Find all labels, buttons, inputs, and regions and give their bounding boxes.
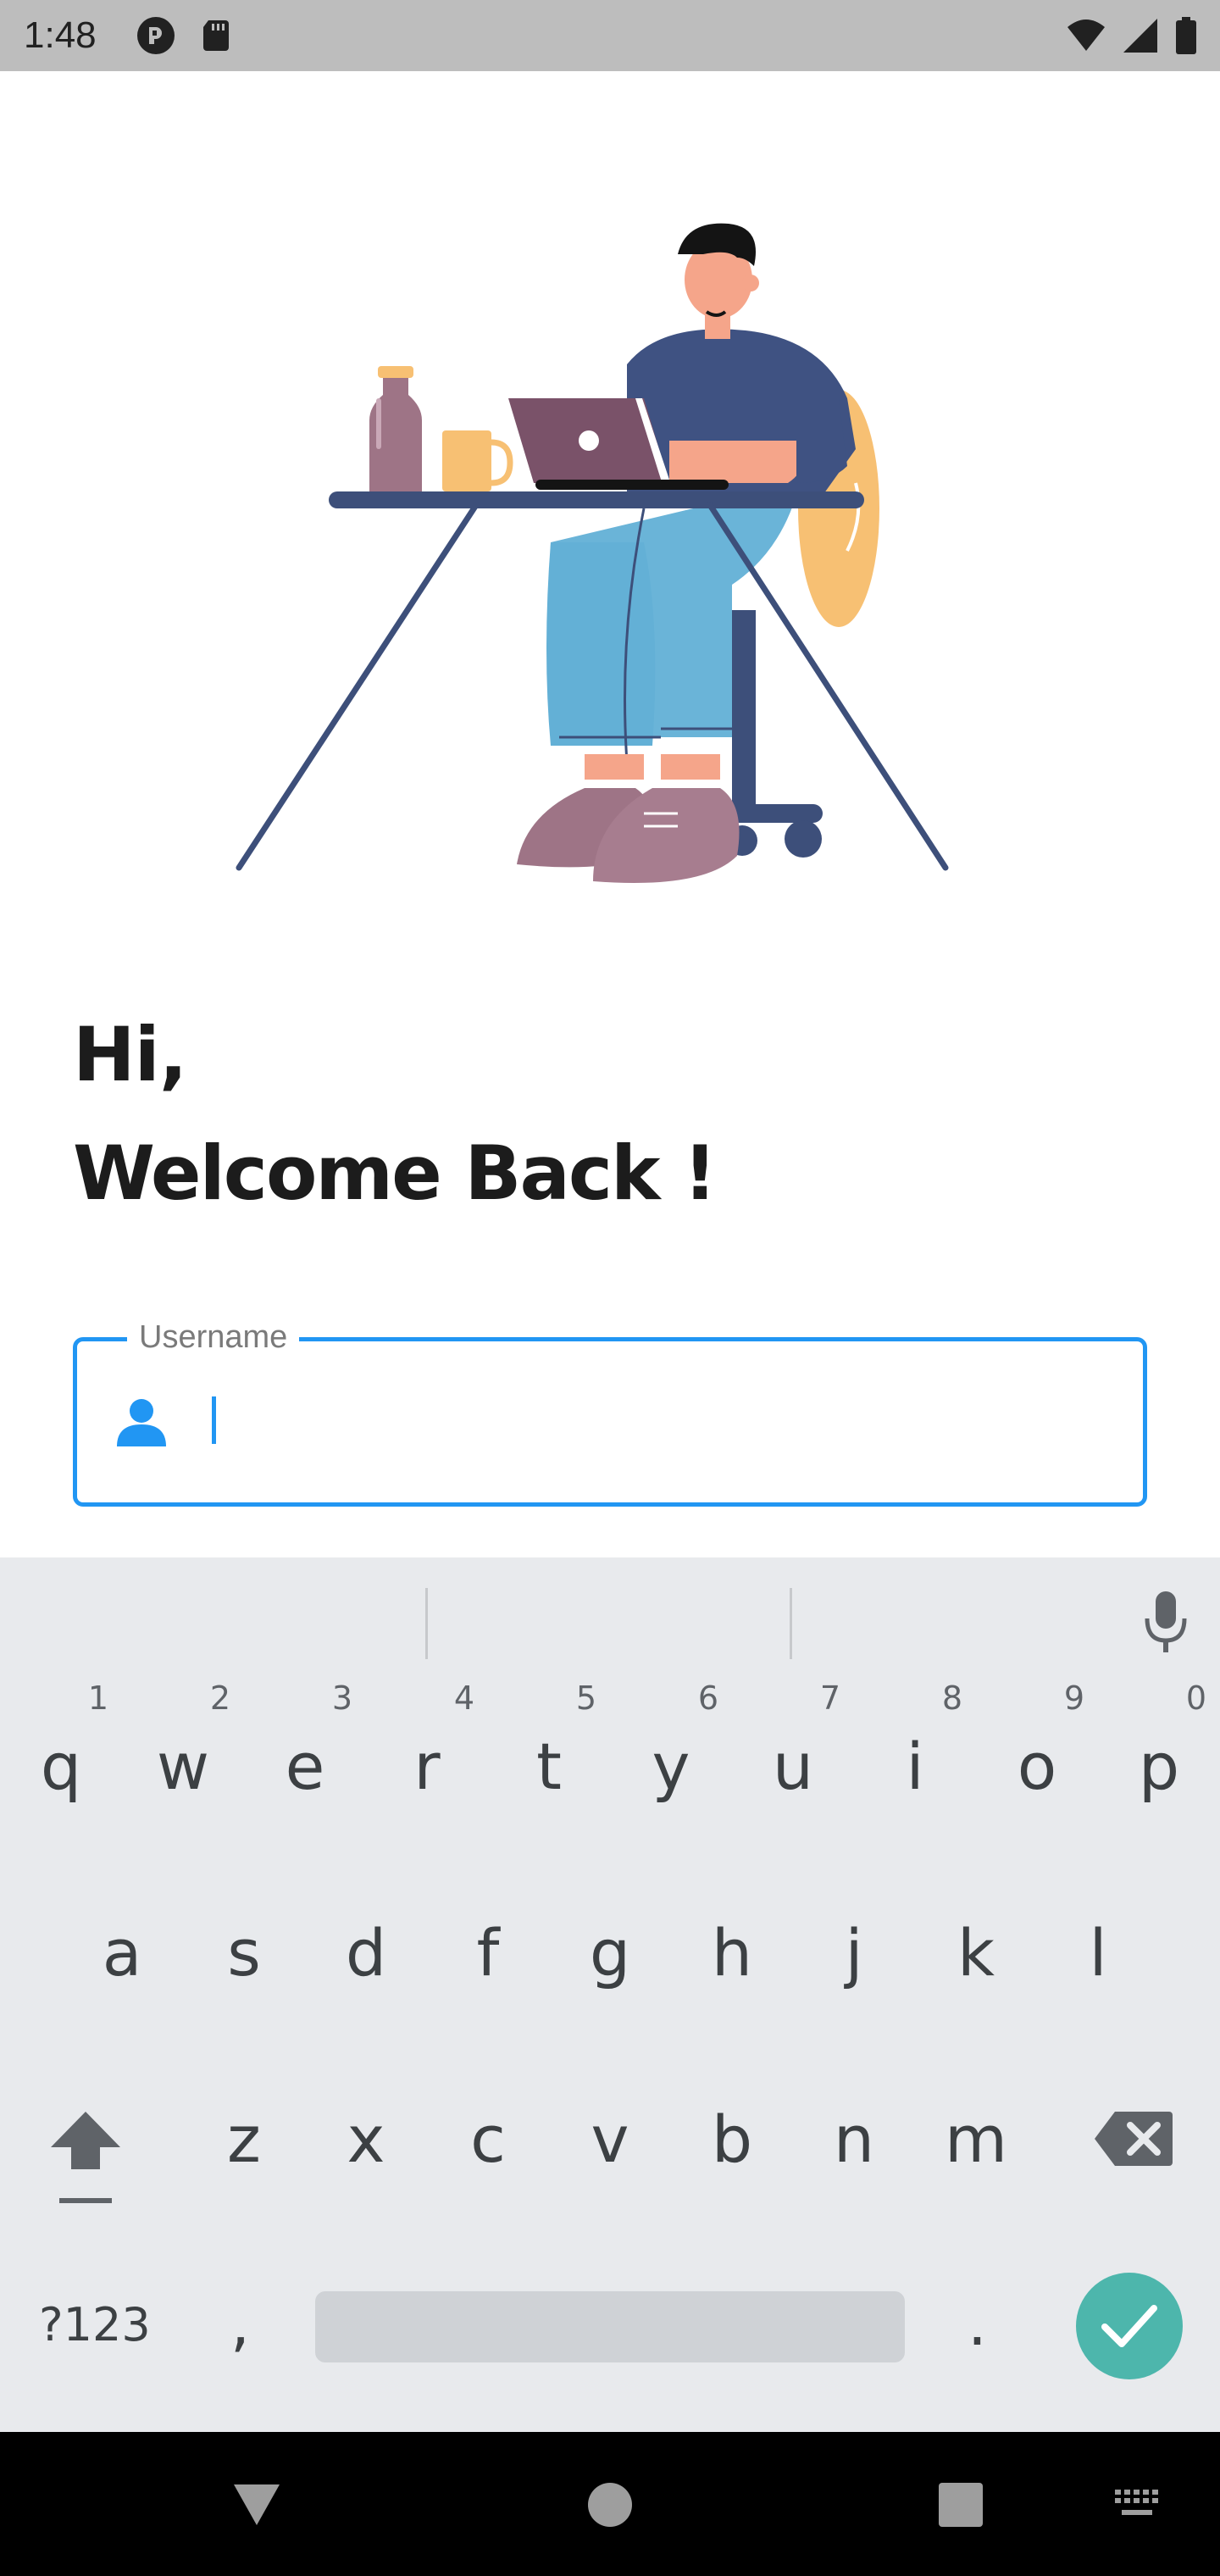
key-label: n: [833, 2101, 875, 2177]
back-icon[interactable]: [230, 2481, 283, 2529]
key-p[interactable]: 0p: [1100, 1679, 1218, 1804]
space-bar[interactable]: [315, 2291, 905, 2362]
key-z[interactable]: z: [185, 2101, 303, 2177]
key-t[interactable]: 5t: [490, 1679, 608, 1804]
key-e[interactable]: 3e: [246, 1679, 364, 1804]
privacy-indicator-icon: [137, 17, 175, 54]
suggestion-divider: [790, 1588, 792, 1659]
cell-signal-icon: [1123, 19, 1157, 53]
text-cursor: [212, 1396, 216, 1444]
key-label: f: [476, 1915, 500, 1990]
key-g[interactable]: g: [551, 1915, 669, 1990]
key-label: x: [347, 2101, 385, 2177]
key-j[interactable]: j: [795, 1915, 913, 1990]
status-bar: 1:48: [0, 0, 1220, 71]
key-k[interactable]: k: [917, 1915, 1035, 1990]
key-hint: 4: [453, 1679, 474, 1717]
key-hint: 5: [575, 1679, 596, 1717]
key-label: i: [906, 1729, 924, 1804]
backspace-icon[interactable]: [1093, 2110, 1174, 2168]
comma-key[interactable]: ,: [230, 2288, 250, 2359]
key-a[interactable]: a: [63, 1915, 181, 1990]
key-x[interactable]: x: [307, 2101, 425, 2177]
checkmark-icon: [1101, 2305, 1157, 2347]
key-r[interactable]: 4r: [368, 1679, 486, 1804]
username-field[interactable]: [73, 1337, 1147, 1507]
suggestion-divider: [425, 1588, 428, 1659]
key-label: v: [591, 2101, 629, 2177]
key-n[interactable]: n: [795, 2101, 913, 2177]
key-f[interactable]: f: [429, 1915, 547, 1990]
key-label: a: [102, 1915, 142, 1990]
key-u[interactable]: 7u: [734, 1679, 852, 1804]
key-s[interactable]: s: [185, 1915, 303, 1990]
done-key[interactable]: [1076, 2273, 1183, 2379]
key-label: w: [156, 1729, 210, 1804]
key-i[interactable]: 8i: [856, 1679, 974, 1804]
key-hint: 0: [1185, 1679, 1206, 1717]
key-h[interactable]: h: [673, 1915, 791, 1990]
key-label: c: [470, 2101, 506, 2177]
key-o[interactable]: 9o: [978, 1679, 1096, 1804]
key-label: g: [589, 1915, 631, 1990]
key-m[interactable]: m: [917, 2101, 1035, 2177]
key-b[interactable]: b: [673, 2101, 791, 2177]
username-label: Username: [127, 1319, 300, 1356]
key-label: t: [536, 1729, 562, 1804]
key-label: y: [652, 1729, 690, 1804]
key-label: d: [345, 1915, 387, 1990]
sd-card-icon: [203, 20, 229, 51]
key-hint: 9: [1063, 1679, 1084, 1717]
greeting-hi: Hi,: [73, 1011, 187, 1098]
battery-icon: [1176, 17, 1196, 54]
key-c[interactable]: c: [429, 2101, 547, 2177]
workspace-illustration: [236, 223, 949, 883]
key-hint: 7: [819, 1679, 840, 1717]
key-v[interactable]: v: [551, 2101, 669, 2177]
key-d[interactable]: d: [307, 1915, 425, 1990]
wifi-icon: [1068, 19, 1105, 51]
status-time: 1:48: [24, 14, 97, 56]
recents-icon[interactable]: [939, 2483, 983, 2527]
keyboard-switch-icon[interactable]: [1113, 2488, 1161, 2520]
key-label: m: [944, 2101, 1008, 2177]
home-icon[interactable]: [588, 2483, 632, 2527]
key-label: j: [845, 1915, 863, 1990]
key-label: h: [711, 1915, 753, 1990]
key-l[interactable]: l: [1039, 1915, 1157, 1990]
key-label: s: [227, 1915, 261, 1990]
key-label: p: [1138, 1729, 1180, 1804]
key-hint: 3: [331, 1679, 352, 1717]
key-label: e: [285, 1729, 325, 1804]
shift-key-icon[interactable]: [49, 2108, 122, 2210]
key-label: r: [413, 1729, 441, 1804]
key-hint: 2: [209, 1679, 230, 1717]
key-y[interactable]: 6y: [612, 1679, 730, 1804]
key-hint: 6: [697, 1679, 718, 1717]
person-icon: [117, 1399, 166, 1446]
key-label: z: [227, 2101, 261, 2177]
key-label: l: [1089, 1915, 1107, 1990]
period-key[interactable]: .: [968, 2288, 987, 2359]
key-label: b: [711, 2101, 753, 2177]
key-w[interactable]: 2w: [124, 1679, 242, 1804]
greeting: Hi, Welcome Back !: [73, 1000, 717, 1237]
symbols-key[interactable]: ?123: [39, 2298, 151, 2351]
key-label: u: [772, 1729, 814, 1804]
key-label: k: [957, 1915, 995, 1990]
suggestion-strip: [0, 1557, 1220, 1676]
key-hint: 8: [941, 1679, 962, 1717]
key-q[interactable]: 1q: [2, 1679, 120, 1804]
key-hint: 1: [87, 1679, 108, 1717]
mic-icon[interactable]: [1140, 1588, 1191, 1656]
key-label: o: [1017, 1729, 1057, 1804]
key-label: q: [40, 1729, 82, 1804]
greeting-welcome-back: Welcome Back !: [73, 1130, 717, 1217]
